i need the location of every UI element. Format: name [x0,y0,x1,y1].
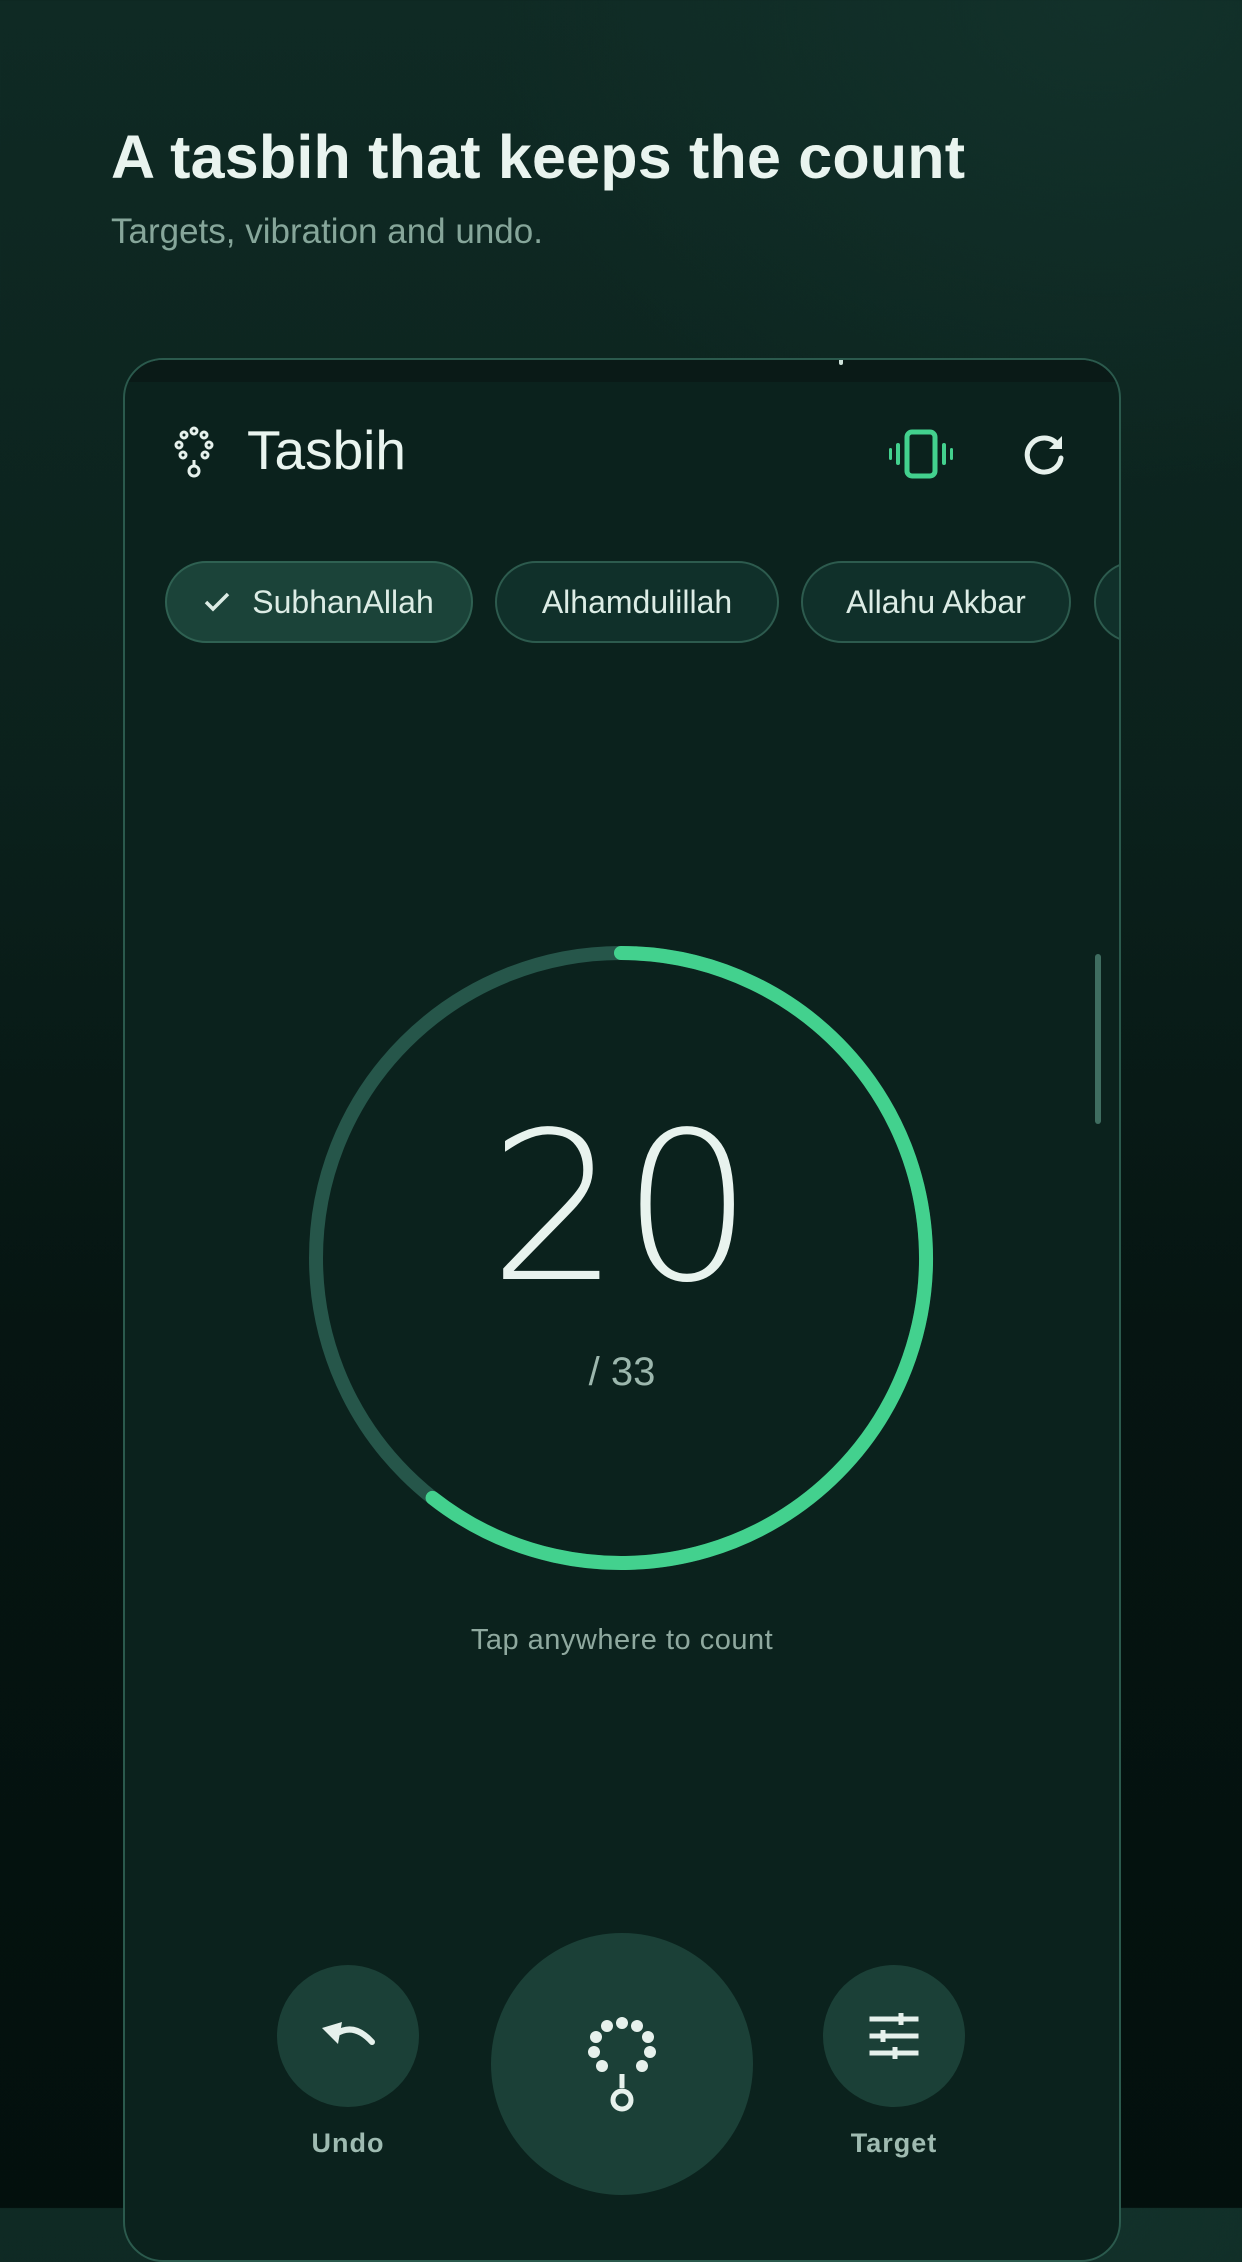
chip-subhanallah[interactable]: SubhanAllah [165,561,473,643]
count-value: 20 [488,1088,756,1328]
prayer-beads-icon [588,2017,656,2112]
refresh-icon [1024,435,1064,475]
chip-allahu-akbar[interactable]: Allahu Akbar [801,561,1071,643]
target-value: / 33 [588,1350,656,1394]
chip-more[interactable] [1094,561,1119,643]
promo-headline: A tasbih that keeps the count [111,123,966,191]
vibrate-toggle-button[interactable] [887,420,955,488]
promo-subline: Targets, vibration and undo. [111,212,543,251]
chip-label: Alhamdulillah [541,583,733,620]
prayer-beads-icon [174,426,214,478]
tap-hint: Tap anywhere to count [470,1624,774,1656]
undo-label: Undo [311,2128,385,2158]
chip-label: SubhanAllah [252,583,434,620]
undo-icon [322,2022,375,2045]
check-icon [204,591,230,613]
app-title: Tasbih [247,419,406,481]
chip-alhamdulillah[interactable]: Alhamdulillah [495,561,779,643]
count-button[interactable] [491,1933,753,2195]
status-bar [125,360,1119,382]
chip-label: Allahu Akbar [846,583,1026,620]
target-button[interactable] [823,1965,965,2107]
tune-icon [869,2013,919,2059]
status-indicator [839,360,843,365]
device-frame: Tasbih SubhanAllah Alhamdulillah Allahu … [123,358,1121,2262]
undo-button[interactable] [277,1965,419,2107]
target-label: Target [850,2128,938,2158]
vibrate-icon [889,429,953,479]
scrollbar[interactable] [1095,954,1101,1124]
reset-button[interactable] [1011,422,1077,488]
